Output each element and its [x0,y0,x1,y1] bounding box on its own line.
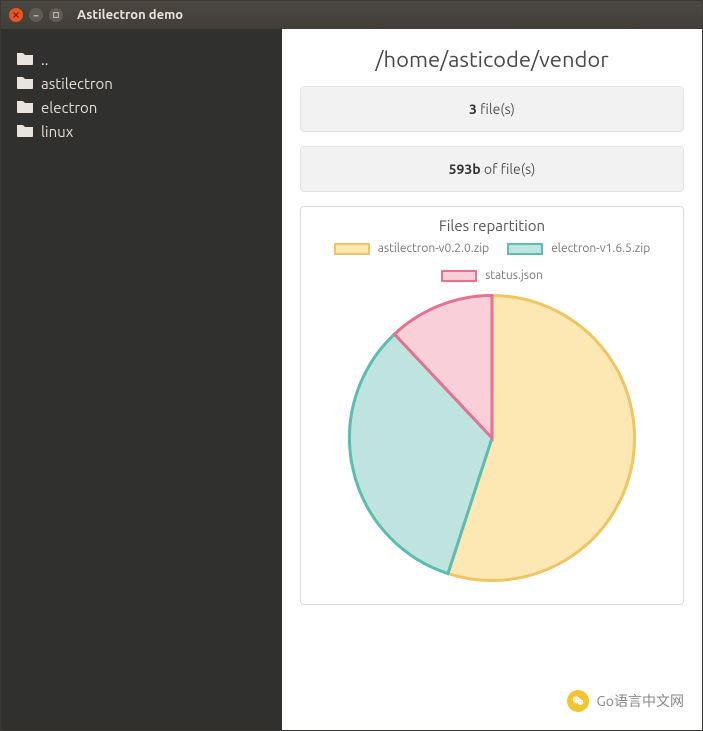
chart-panel: Files repartition astilectron-v0.2.0.zip… [300,206,684,605]
app-window: Astilectron demo .. astilectron electron [0,0,703,731]
legend-item: astilectron-v0.2.0.zip [334,242,489,255]
folder-icon [17,99,33,116]
sidebar-item-parent[interactable]: .. [17,47,266,71]
legend-item: status.json [441,269,543,282]
legend-label: astilectron-v0.2.0.zip [378,242,489,255]
folder-icon [17,51,33,68]
window-controls [9,8,63,22]
total-size-value: 593b [449,161,481,177]
total-size-label: of file(s) [481,161,536,177]
sidebar-item-label: electron [41,99,97,116]
body-area: .. astilectron electron linux [1,29,702,730]
path-title: /home/asticode/vendor [300,47,684,72]
main-panel: /home/asticode/vendor 3 file(s) 593b of … [282,29,702,730]
folder-icon [17,75,33,92]
wechat-icon [567,690,589,712]
file-count-label: file(s) [477,101,515,117]
chart-title: Files repartition [309,217,675,234]
minimize-icon[interactable] [29,8,43,22]
sidebar-item-label: astilectron [41,75,113,92]
maximize-icon[interactable] [49,8,63,22]
chart-legend: astilectron-v0.2.0.zip electron-v1.6.5.z… [309,242,675,282]
sidebar-item-astilectron[interactable]: astilectron [17,71,266,95]
legend-swatch [441,270,477,282]
sidebar: .. astilectron electron linux [1,29,282,730]
sidebar-item-label: linux [41,123,73,140]
legend-item: electron-v1.6.5.zip [507,242,650,255]
sidebar-item-electron[interactable]: electron [17,95,266,119]
footer-brand-label: Go语言中文网 [597,691,684,711]
legend-label: electron-v1.6.5.zip [551,242,650,255]
titlebar: Astilectron demo [1,1,702,29]
folder-icon [17,123,33,140]
sidebar-item-label: .. [41,51,48,68]
total-size-card: 593b of file(s) [300,146,684,192]
legend-swatch [334,243,370,255]
footer-brand: Go语言中文网 [567,690,684,712]
legend-label: status.json [485,269,543,282]
close-icon[interactable] [9,8,23,22]
file-count-value: 3 [469,101,477,117]
pie-chart [309,288,675,588]
file-count-card: 3 file(s) [300,86,684,132]
sidebar-item-linux[interactable]: linux [17,119,266,143]
window-title: Astilectron demo [77,8,183,22]
legend-swatch [507,243,543,255]
